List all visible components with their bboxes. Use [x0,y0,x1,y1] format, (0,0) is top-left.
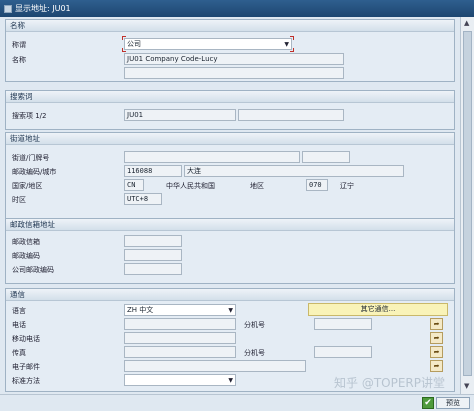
form-content: 名称 称谓 公司 ▼ 名称 JU01 Company Code-Lucy 搜索词… [0,17,474,394]
timezone-label: 时区 [12,196,26,204]
communication-section-header: 通信 [6,289,454,301]
language-select[interactable]: ZH 中文 ▼ [124,304,236,316]
mobile-label: 移动电话 [12,335,40,343]
email-more-icon[interactable]: ➦ [430,360,443,372]
phone-ext-field[interactable] [314,318,372,330]
chevron-down-icon: ▼ [284,41,289,48]
region-field[interactable]: 070 [306,179,328,191]
confirm-check-icon[interactable]: ✔ [422,397,434,409]
name-field[interactable]: JU01 Company Code-Lucy [124,53,344,65]
fax-field[interactable] [124,346,236,358]
street-section: 街道地址 街道/门牌号 邮政编码/城市 116088 大连 国家/地区 CN 中… [5,132,455,224]
chevron-down-icon: ▼ [228,377,233,384]
search-section: 搜索词 搜索项 1/2 JU01 [5,90,455,130]
company-postal-label: 公司邮政编码 [12,266,54,274]
fax-more-icon[interactable]: ➦ [430,346,443,358]
mobile-more-icon[interactable]: ➦ [430,332,443,344]
other-communication-button[interactable]: 其它通信... [308,303,448,316]
phone-ext-label: 分机号 [244,321,265,329]
focus-indicator [290,48,294,52]
title-label: 称谓 [12,41,26,49]
scroll-down-icon[interactable]: ▼ [464,382,469,390]
house-number-field[interactable] [302,151,350,163]
email-label: 电子邮件 [12,363,40,371]
name-section: 名称 称谓 公司 ▼ 名称 JU01 Company Code-Lucy [5,19,455,82]
status-bar [0,394,474,411]
name-label: 名称 [12,56,26,64]
focus-indicator [122,48,126,52]
fax-ext-label: 分机号 [244,349,265,357]
fax-ext-field[interactable] [314,346,372,358]
fax-label: 传真 [12,349,26,357]
pobox-section: 邮政信箱地址 邮政信箱 邮政编码 公司邮政编码 [5,218,455,284]
scrollbar-thumb[interactable] [463,31,472,376]
watermark: 知乎 @TOPERP讲堂 [334,376,445,390]
search-term-label: 搜索项 1/2 [12,112,47,120]
pobox-postal-label: 邮政编码 [12,252,40,260]
pobox-field[interactable] [124,235,182,247]
window-title: 显示地址: JU01 [15,4,71,13]
title-select[interactable]: 公司 ▼ [124,38,292,50]
city-field[interactable]: 大连 [184,165,404,177]
street-label: 街道/门牌号 [12,154,50,162]
search-section-header: 搜索词 [6,91,454,103]
window-app-icon [4,4,12,13]
name-section-header: 名称 [6,20,454,32]
country-name: 中华人民共和国 [166,182,215,190]
email-field[interactable] [124,360,306,372]
search-term2-field[interactable] [238,109,344,121]
phone-more-icon[interactable]: ➦ [430,318,443,330]
country-label: 国家/地区 [12,182,43,190]
language-label: 语言 [12,307,26,315]
pobox-postal-field[interactable] [124,249,182,261]
region-label: 地区 [250,182,264,190]
search-term1-field[interactable]: JU01 [124,109,236,121]
phone-field[interactable] [124,318,236,330]
window-titlebar: 显示地址: JU01 [0,0,474,17]
scroll-up-icon[interactable]: ▲ [464,19,469,27]
region-name: 辽宁 [340,182,354,190]
preview-button[interactable]: 预览 [436,397,470,409]
language-select-value: ZH 中文 [127,306,154,314]
standard-method-select[interactable]: ▼ [124,374,236,386]
focus-indicator [290,36,294,40]
street-section-header: 街道地址 [6,133,454,145]
street-field[interactable] [124,151,300,163]
name2-field[interactable] [124,67,344,79]
country-field[interactable]: CN [124,179,144,191]
company-postal-field[interactable] [124,263,182,275]
standard-method-label: 标准方法 [12,377,40,385]
postal-city-label: 邮政编码/城市 [12,168,57,176]
pobox-section-header: 邮政信箱地址 [6,219,454,231]
vertical-scrollbar[interactable]: ▲ ▼ [460,17,474,394]
pobox-label: 邮政信箱 [12,238,40,246]
focus-indicator [122,36,126,40]
mobile-field[interactable] [124,332,236,344]
postal-code-field[interactable]: 116088 [124,165,182,177]
chevron-down-icon: ▼ [228,307,233,314]
phone-label: 电话 [12,321,26,329]
title-select-value: 公司 [127,40,141,48]
timezone-field[interactable]: UTC+8 [124,193,162,205]
